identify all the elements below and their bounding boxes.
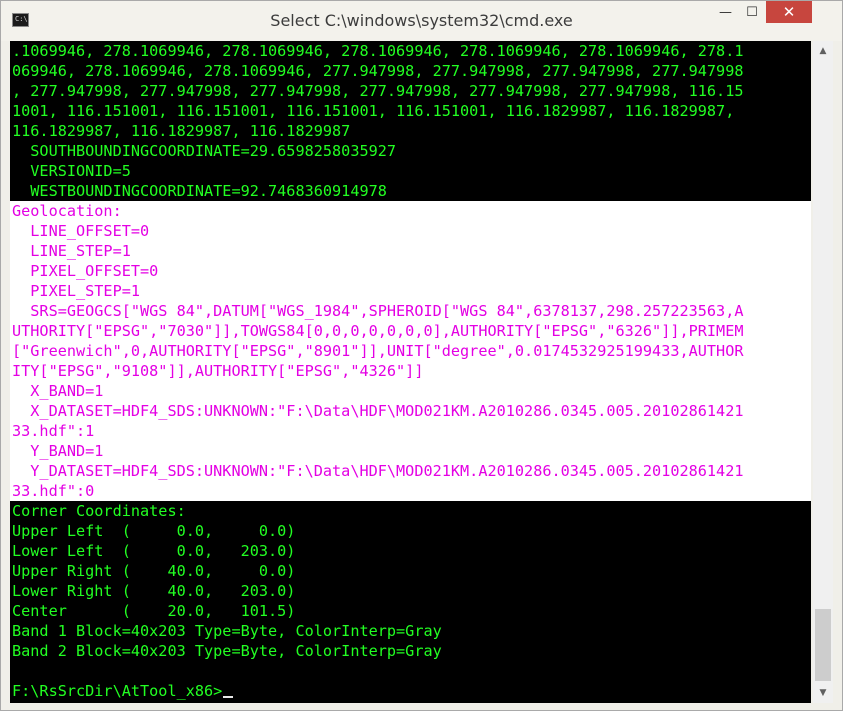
console-line: PIXEL_STEP=1 (12, 282, 141, 300)
console-line: VERSIONID=5 (12, 162, 131, 180)
command-prompt: F:\RsSrcDir\AtTool_x86> (12, 682, 223, 700)
console-line: PIXEL_OFFSET=0 (12, 262, 159, 280)
console-line: 116.1829987, 116.1829987, 116.1829987 (12, 122, 351, 140)
console-line: X_BAND=1 (12, 382, 104, 400)
close-button[interactable]: ✕ (766, 1, 812, 23)
console-line: WESTBOUNDINGCOORDINATE=92.7468360914978 (12, 182, 387, 200)
console-line: SRS=GEOGCS["WGS 84",DATUM["WGS_1984",SPH… (12, 302, 744, 320)
console-line: Lower Right ( 40.0, 203.0) (12, 582, 296, 600)
text-cursor (223, 696, 234, 698)
vertical-scrollbar[interactable]: ▲ ▼ (813, 41, 833, 703)
title-bar[interactable]: C:\ Select C:\windows\system32\cmd.exe —… (1, 1, 842, 41)
console-line: 1001, 116.151001, 116.151001, 116.151001… (12, 102, 735, 120)
console-line: LINE_STEP=1 (12, 242, 131, 260)
console-line: ITY["EPSG","9108"]],AUTHORITY["EPSG","43… (12, 362, 424, 380)
console-line: Corner Coordinates: (12, 502, 186, 520)
scroll-up-icon[interactable]: ▲ (813, 41, 833, 61)
console-line: Center ( 20.0, 101.5) (12, 602, 296, 620)
cmd-window: C:\ Select C:\windows\system32\cmd.exe —… (0, 0, 843, 711)
console-line: .1069946, 278.1069946, 278.1069946, 278.… (12, 42, 744, 60)
console-line: 33.hdf":0 (12, 482, 95, 500)
command-prompt-line[interactable]: F:\RsSrcDir\AtTool_x86> (12, 681, 234, 701)
maximize-button[interactable]: ☐ (739, 1, 765, 23)
console-line: Y_BAND=1 (12, 442, 104, 460)
console-line: Upper Left ( 0.0, 0.0) (12, 522, 296, 540)
console-line: Upper Right ( 40.0, 0.0) (12, 562, 296, 580)
console-output[interactable]: .1069946, 278.1069946, 278.1069946, 278.… (10, 41, 811, 703)
minimize-button[interactable]: — (712, 1, 739, 23)
scroll-down-icon[interactable]: ▼ (813, 683, 833, 703)
console-line: Y_DATASET=HDF4_SDS:UNKNOWN:"F:\Data\HDF\… (12, 462, 744, 480)
console-line: UTHORITY["EPSG","7030"]],TOWGS84[0,0,0,0… (12, 322, 744, 340)
console-line: X_DATASET=HDF4_SDS:UNKNOWN:"F:\Data\HDF\… (12, 402, 744, 420)
console-line: Lower Left ( 0.0, 203.0) (12, 542, 296, 560)
console-line: Band 2 Block=40x203 Type=Byte, ColorInte… (12, 642, 442, 660)
console-line: 33.hdf":1 (12, 422, 95, 440)
console-line: 069946, 278.1069946, 278.1069946, 277.94… (12, 62, 744, 80)
console-line: SOUTHBOUNDINGCOORDINATE=29.6598258035927 (12, 142, 397, 160)
console-line: LINE_OFFSET=0 (12, 222, 150, 240)
console-line: , 277.947998, 277.947998, 277.947998, 27… (12, 82, 744, 100)
console-line: Geolocation: (12, 202, 122, 220)
scrollbar-thumb[interactable] (815, 609, 831, 681)
console-line: ["Greenwich",0,AUTHORITY["EPSG","8901"]]… (12, 342, 744, 360)
console-line: Band 1 Block=40x203 Type=Byte, ColorInte… (12, 622, 442, 640)
